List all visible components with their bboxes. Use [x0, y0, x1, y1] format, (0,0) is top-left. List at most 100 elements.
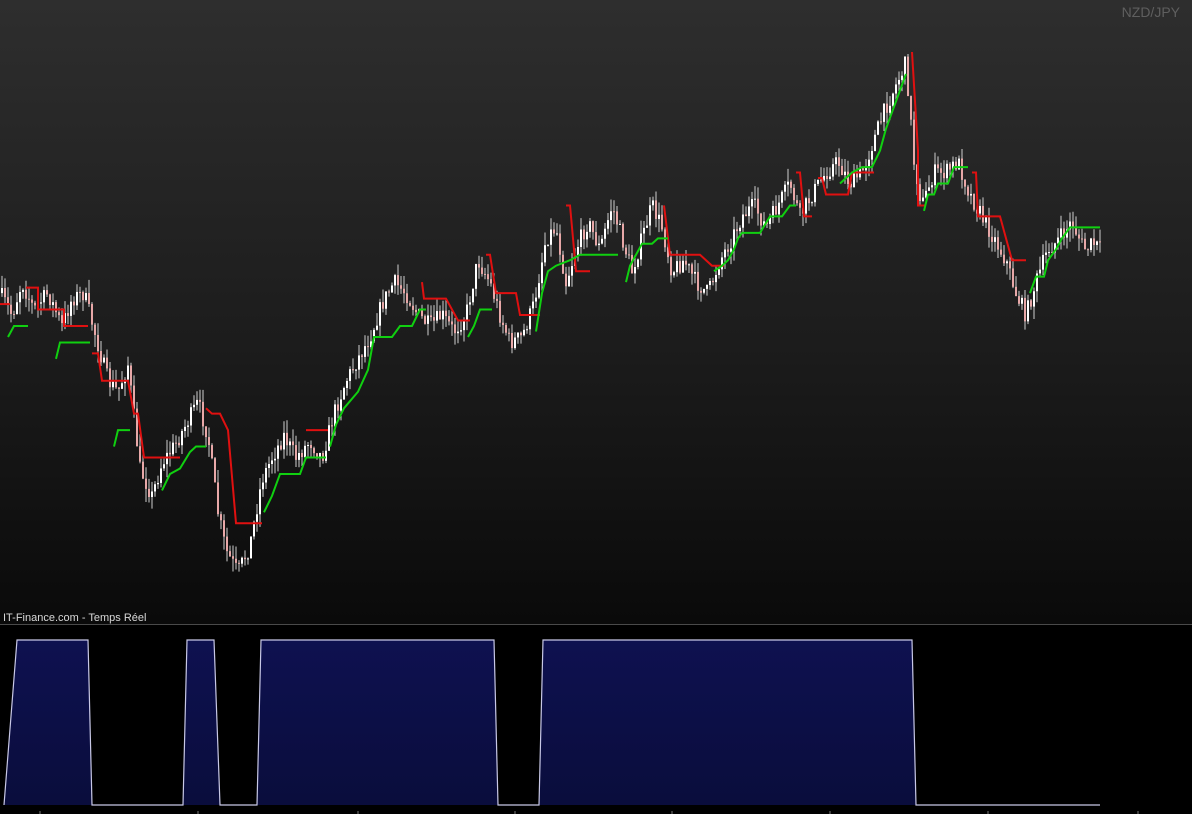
- oscillator-panel[interactable]: [0, 625, 1192, 814]
- candle-body: [43, 290, 45, 303]
- candle-body: [433, 317, 435, 321]
- candle-body: [217, 482, 219, 515]
- candle-body: [409, 303, 411, 306]
- candle-body: [403, 288, 405, 294]
- candle-body: [130, 365, 132, 386]
- candle-body: [472, 288, 474, 303]
- candle-body: [31, 299, 33, 303]
- candle-body: [70, 301, 72, 316]
- candle-body: [583, 229, 585, 240]
- trailing-stop-bullish-line: [161, 445, 206, 491]
- candle-body: [58, 312, 60, 316]
- candle-body: [502, 322, 504, 326]
- candle-body: [211, 445, 213, 459]
- candle-body: [718, 269, 720, 275]
- candle-body: [481, 267, 483, 274]
- candle-body: [832, 164, 834, 177]
- candle-body: [1021, 297, 1023, 304]
- candle-body: [685, 260, 687, 265]
- candle-body: [127, 365, 129, 380]
- candle-body: [304, 445, 306, 458]
- candle-body: [730, 248, 732, 252]
- candle-body: [709, 280, 711, 286]
- candle-body: [715, 274, 717, 283]
- candle-body: [484, 273, 486, 275]
- candle-body: [919, 184, 921, 201]
- candle-body: [907, 56, 909, 97]
- candle-body: [457, 331, 459, 334]
- candle-body: [190, 407, 192, 426]
- candle-body: [40, 302, 42, 304]
- candle-body: [1087, 249, 1089, 251]
- candle-body: [337, 404, 339, 411]
- trailing-stop-bullish-line: [7, 325, 28, 338]
- candle-body: [997, 237, 999, 250]
- candle-body: [1039, 269, 1041, 274]
- candle-body: [487, 274, 489, 280]
- candle-body: [586, 231, 588, 240]
- candle-body: [751, 199, 753, 207]
- candle-body: [1099, 241, 1101, 243]
- candle-body: [172, 442, 174, 455]
- candle-body: [844, 171, 846, 176]
- candle-body: [4, 288, 6, 298]
- candle-body: [592, 221, 594, 233]
- candle-body: [808, 198, 810, 204]
- trailing-stop-bearish-line: [796, 171, 812, 218]
- candle-body: [196, 399, 198, 405]
- candle-body: [442, 310, 444, 320]
- candle-body: [142, 461, 144, 479]
- candle-body: [1024, 297, 1026, 322]
- candle-body: [526, 329, 528, 331]
- candle-body: [262, 482, 264, 490]
- candle-body: [145, 478, 147, 489]
- price-chart-panel[interactable]: NZD/JPY IT-Finance.com - Temps Réel: [0, 0, 1192, 624]
- candle-body: [946, 163, 948, 179]
- candle-body: [937, 164, 939, 169]
- candle-body: [109, 368, 111, 388]
- candle-body: [895, 84, 897, 94]
- candle-body: [160, 468, 162, 483]
- candle-body: [973, 193, 975, 210]
- candle-body: [748, 206, 750, 217]
- candle-body: [1093, 238, 1095, 245]
- candle-body: [670, 257, 672, 276]
- candle-body: [598, 243, 600, 246]
- candle-body: [805, 198, 807, 214]
- candle-body: [250, 536, 252, 559]
- candle-body: [511, 333, 513, 349]
- candle-body: [154, 484, 156, 492]
- candle-body: [460, 330, 462, 332]
- trailing-stop-bearish-series: [0, 51, 1026, 525]
- candle-body: [721, 257, 723, 270]
- candle-body: [28, 298, 30, 300]
- candle-body: [625, 247, 627, 255]
- trailing-stop-bearish-line: [663, 205, 724, 267]
- candle-body: [112, 381, 114, 388]
- candle-body: [862, 168, 864, 171]
- candle-body: [226, 536, 228, 552]
- candle-body: [367, 346, 369, 348]
- candle-body: [1030, 300, 1032, 307]
- candle-body: [643, 227, 645, 234]
- candle-body: [397, 275, 399, 286]
- candle-body: [628, 254, 630, 256]
- candle-body: [199, 399, 201, 402]
- candle-body: [541, 262, 543, 284]
- candle-body: [589, 221, 591, 232]
- candle-body: [535, 297, 537, 302]
- candle-body: [556, 233, 558, 235]
- candle-body: [1042, 254, 1044, 270]
- candle-body: [799, 203, 801, 208]
- candle-body: [955, 161, 957, 170]
- candle-body: [835, 157, 837, 165]
- candle-body: [565, 273, 567, 287]
- candle-body: [1009, 261, 1011, 269]
- candle-body: [892, 93, 894, 106]
- candle-body: [490, 279, 492, 284]
- candle-body: [829, 176, 831, 179]
- candle-body: [85, 293, 87, 301]
- candle-body: [529, 308, 531, 330]
- candle-body: [1060, 228, 1062, 238]
- candle-body: [622, 223, 624, 248]
